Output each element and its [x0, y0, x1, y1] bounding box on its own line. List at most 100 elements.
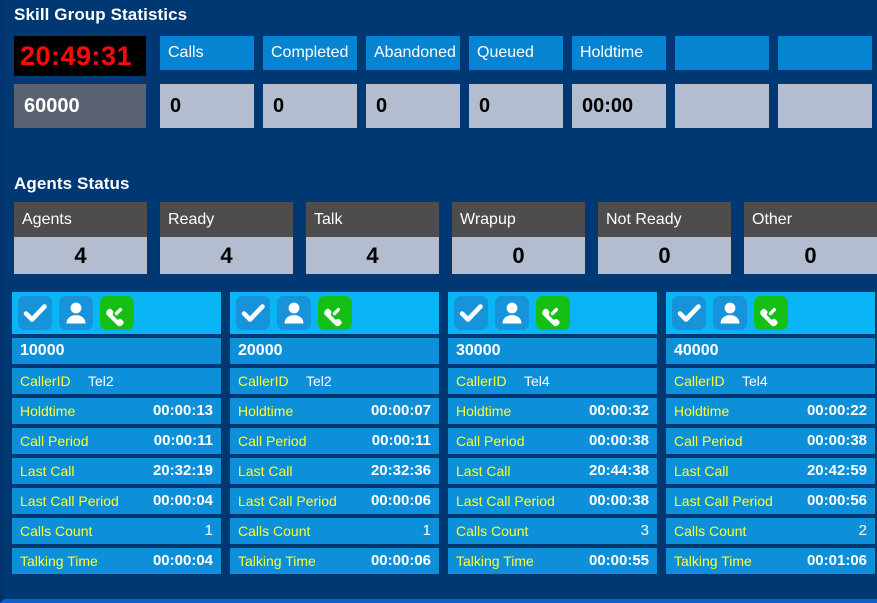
agent-row-label: Last Call Period	[456, 493, 555, 509]
agent-row-label: Call Period	[238, 433, 307, 449]
agent-row-call-period: Call Period 00:00:38	[666, 428, 875, 454]
agent-card-icon-bar	[12, 292, 221, 334]
agent-row-value: 1	[422, 522, 431, 539]
agent-row-value: 20:44:38	[588, 462, 649, 479]
agent-row-label: Call Period	[20, 433, 89, 449]
agents-cell-not-ready[interactable]: Not Ready 0	[598, 202, 731, 274]
agent-row-talking-time: Talking Time 00:00:04	[12, 548, 221, 574]
phone-icon[interactable]	[754, 296, 788, 330]
agent-card[interactable]: 40000 CallerID Tel4 Holdtime 00:00:22 Ca…	[666, 292, 875, 574]
agent-extension: 10000	[12, 338, 221, 364]
agents-value-wrapup: 0	[452, 237, 585, 274]
agent-row-value: 00:00:32	[588, 402, 649, 419]
agent-row-value: 00:00:11	[371, 432, 431, 449]
agents-cell-wrapup[interactable]: Wrapup 0	[452, 202, 585, 274]
agent-row-last-call-period: Last Call Period 00:00:56	[666, 488, 875, 514]
agent-row-label: Last Call Period	[674, 493, 773, 509]
agent-row-calls-count: Calls Count 2	[666, 518, 875, 544]
stat-cell-holdtime[interactable]: Holdtime 00:00	[572, 36, 666, 128]
agent-row-value: 00:00:13	[152, 402, 213, 419]
agent-row-label: Last Call	[238, 463, 293, 479]
user-icon[interactable]	[495, 296, 529, 330]
agents-label-other: Other	[744, 202, 877, 237]
agent-row-value: Tel2	[306, 373, 332, 389]
agents-status-title: Agents Status	[14, 174, 130, 193]
agent-row-label: Calls Count	[456, 523, 529, 539]
clock-display: 20:49:31	[14, 36, 146, 76]
agent-row-label: CallerID	[238, 373, 289, 389]
agents-label-talk: Talk	[306, 202, 439, 237]
dashboard-root: Skill Group Statistics 20:49:31 60000 Ca…	[0, 0, 877, 603]
skill-group-id: 60000	[14, 84, 146, 128]
check-icon[interactable]	[18, 296, 52, 330]
check-icon[interactable]	[236, 296, 270, 330]
stat-cell-queued[interactable]: Queued 0	[469, 36, 563, 128]
agents-label-not-ready: Not Ready	[598, 202, 731, 237]
agent-row-label: Holdtime	[674, 403, 730, 419]
agent-extension: 30000	[448, 338, 657, 364]
agent-row-value: 00:00:38	[588, 432, 649, 449]
agent-row-talking-time: Talking Time 00:00:06	[230, 548, 439, 574]
stat-label-empty-2	[778, 36, 872, 70]
agents-cell-talk[interactable]: Talk 4	[306, 202, 439, 274]
agent-row-call-period: Call Period 00:00:38	[448, 428, 657, 454]
agent-row-callerid: CallerID Tel4	[448, 368, 657, 394]
skill-group-statistics-strip: 20:49:31 60000 Calls 0 Completed 0 Aband…	[14, 36, 872, 128]
agent-row-label: Call Period	[674, 433, 743, 449]
check-icon[interactable]	[454, 296, 488, 330]
agent-row-value: 2	[858, 522, 867, 539]
agent-row-last-call-period: Last Call Period 00:00:06	[230, 488, 439, 514]
agent-row-label: Calls Count	[674, 523, 747, 539]
agents-value-ready: 4	[160, 237, 293, 274]
phone-icon[interactable]	[100, 296, 134, 330]
agent-card[interactable]: 10000 CallerID Tel2 Holdtime 00:00:13 Ca…	[12, 292, 221, 574]
agent-row-label: Talking Time	[20, 553, 98, 569]
agent-row-value: 00:00:55	[588, 552, 649, 569]
agent-row-value: 00:00:06	[370, 492, 431, 509]
agent-row-value: Tel4	[742, 373, 768, 389]
agent-row-last-call: Last Call 20:32:36	[230, 458, 439, 484]
agent-card-icon-bar	[448, 292, 657, 334]
agent-row-value: 00:00:22	[806, 402, 867, 419]
user-icon[interactable]	[713, 296, 747, 330]
agent-row-calls-count: Calls Count 1	[12, 518, 221, 544]
agent-row-callerid: CallerID Tel2	[230, 368, 439, 394]
stat-label-completed: Completed	[263, 36, 357, 70]
agent-row-last-call: Last Call 20:32:19	[12, 458, 221, 484]
user-icon[interactable]	[59, 296, 93, 330]
skill-group-statistics-title: Skill Group Statistics	[14, 5, 188, 24]
agent-row-value: 00:00:56	[806, 492, 867, 509]
user-icon[interactable]	[277, 296, 311, 330]
stat-cell-empty-1[interactable]	[675, 36, 769, 128]
agent-row-label: Talking Time	[674, 553, 752, 569]
agents-cell-ready[interactable]: Ready 4	[160, 202, 293, 274]
agent-row-label: Holdtime	[238, 403, 294, 419]
stat-cell-empty-2[interactable]	[778, 36, 872, 128]
stat-value-abandoned: 0	[366, 84, 460, 128]
agents-cell-other[interactable]: Other 0	[744, 202, 877, 274]
phone-icon[interactable]	[318, 296, 352, 330]
stat-cell-abandoned[interactable]: Abandoned 0	[366, 36, 460, 128]
agent-row-value: 00:00:38	[806, 432, 867, 449]
agent-card[interactable]: 30000 CallerID Tel4 Holdtime 00:00:32 Ca…	[448, 292, 657, 574]
agent-card[interactable]: 20000 CallerID Tel2 Holdtime 00:00:07 Ca…	[230, 292, 439, 574]
agent-extension: 40000	[666, 338, 875, 364]
agents-cell-agents[interactable]: Agents 4	[14, 202, 147, 274]
agent-row-callerid: CallerID Tel2	[12, 368, 221, 394]
agent-row-value: 00:00:04	[152, 492, 213, 509]
agent-row-value: 20:42:59	[806, 462, 867, 479]
agent-row-value: 00:00:04	[152, 552, 213, 569]
agent-row-value: Tel2	[88, 373, 114, 389]
agent-row-call-period: Call Period 00:00:11	[12, 428, 221, 454]
clock-cell: 20:49:31 60000	[14, 36, 146, 128]
stat-value-queued: 0	[469, 84, 563, 128]
stat-cell-calls[interactable]: Calls 0	[160, 36, 254, 128]
agent-row-value: 20:32:36	[370, 462, 431, 479]
agent-row-talking-time: Talking Time 00:01:06	[666, 548, 875, 574]
agent-row-label: Holdtime	[456, 403, 512, 419]
stat-cell-completed[interactable]: Completed 0	[263, 36, 357, 128]
check-icon[interactable]	[672, 296, 706, 330]
phone-icon[interactable]	[536, 296, 570, 330]
agent-row-value: Tel4	[524, 373, 550, 389]
agent-row-calls-count: Calls Count 1	[230, 518, 439, 544]
